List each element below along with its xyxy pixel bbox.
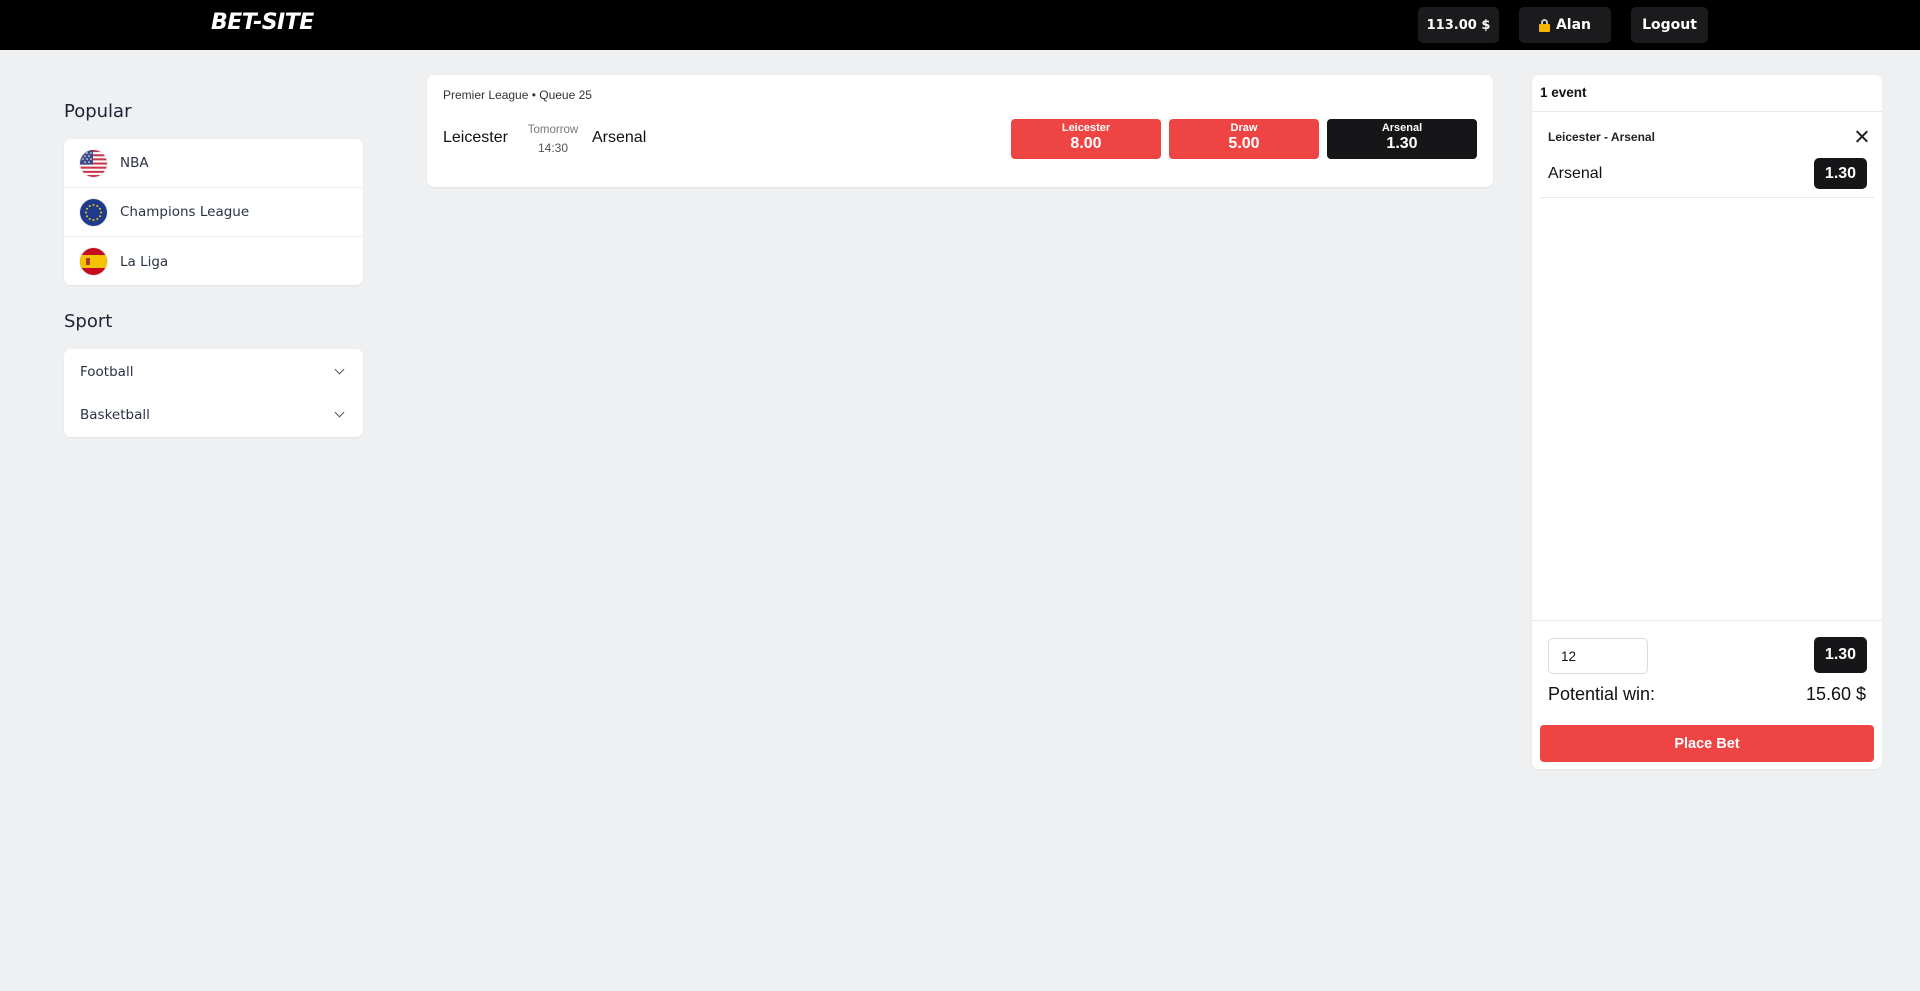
divider	[1540, 197, 1874, 198]
potential-win-label: Potential win:	[1548, 684, 1656, 704]
spain-flag-icon	[80, 248, 107, 275]
sport-item-label: Football	[80, 363, 134, 380]
balance-button[interactable]: 113.00 $	[1418, 7, 1499, 43]
home-team: Leicester	[443, 129, 508, 146]
chevron-down-icon	[334, 364, 345, 375]
odd-button-away[interactable]: Arsenal 1.30	[1327, 119, 1477, 159]
odd-value: 5.00	[1228, 135, 1260, 152]
sport-item-label: Basketball	[80, 406, 150, 423]
odd-label: Draw	[1230, 122, 1258, 134]
event-time: 14:30	[537, 141, 569, 155]
odd-value: 8.00	[1070, 135, 1102, 152]
popular-heading: Popular	[64, 101, 132, 122]
slip-event-count: 1 event	[1540, 85, 1587, 100]
popular-item-label: La Liga	[120, 253, 169, 270]
top-navbar: BET-SITE 113.00 $ Alan Logout	[0, 0, 1920, 50]
event-league: Premier League • Queue 25	[443, 88, 592, 102]
bet-slip: 1 event Leicester - Arsenal Arsenal 1.30…	[1532, 75, 1882, 769]
slip-match-name: Leicester - Arsenal	[1548, 130, 1655, 144]
away-team: Arsenal	[592, 129, 647, 146]
popular-item-label: NBA	[120, 155, 149, 171]
stake-input[interactable]	[1548, 638, 1648, 674]
odd-label: Leicester	[1061, 122, 1111, 134]
user-name: Alan	[1555, 17, 1592, 33]
odd-button-home[interactable]: Leicester 8.00	[1011, 119, 1161, 159]
sport-item-football[interactable]: Football	[64, 350, 363, 393]
divider	[1532, 620, 1882, 621]
slip-total-odd: 1.30	[1814, 637, 1867, 673]
place-bet-button[interactable]: Place Bet	[1540, 725, 1874, 762]
divider	[1532, 111, 1882, 112]
popular-item-la-liga[interactable]: La Liga	[64, 237, 363, 286]
sport-list: Football Basketball	[64, 349, 363, 437]
chevron-down-icon	[334, 407, 345, 418]
event-date: Tomorrow	[527, 124, 579, 136]
us-flag-icon	[80, 149, 107, 177]
odd-label: Arsenal	[1381, 122, 1423, 134]
odd-value: 1.30	[1386, 135, 1418, 152]
odd-button-draw[interactable]: Draw 5.00	[1169, 119, 1319, 159]
sport-item-basketball[interactable]: Basketball	[64, 393, 363, 436]
user-button[interactable]: Alan	[1519, 7, 1611, 43]
logout-button[interactable]: Logout	[1631, 7, 1708, 43]
lock-icon	[1538, 18, 1550, 32]
popular-item-nba[interactable]: NBA	[64, 139, 363, 188]
event-card: Premier League • Queue 25 Leicester Tomo…	[427, 75, 1493, 187]
slip-pick-odd: 1.30	[1814, 158, 1867, 189]
eu-flag-icon	[80, 198, 107, 226]
site-logo[interactable]: BET-SITE	[211, 10, 314, 35]
slip-pick: Arsenal	[1548, 165, 1603, 182]
popular-list: NBA Champions League La Liga	[64, 139, 363, 285]
potential-win-value: 15.60 $	[1805, 684, 1866, 704]
popular-item-champions-league[interactable]: Champions League	[64, 188, 363, 237]
popular-item-label: Champions League	[120, 204, 250, 220]
close-icon[interactable]	[1855, 130, 1868, 143]
sport-heading: Sport	[64, 311, 113, 332]
